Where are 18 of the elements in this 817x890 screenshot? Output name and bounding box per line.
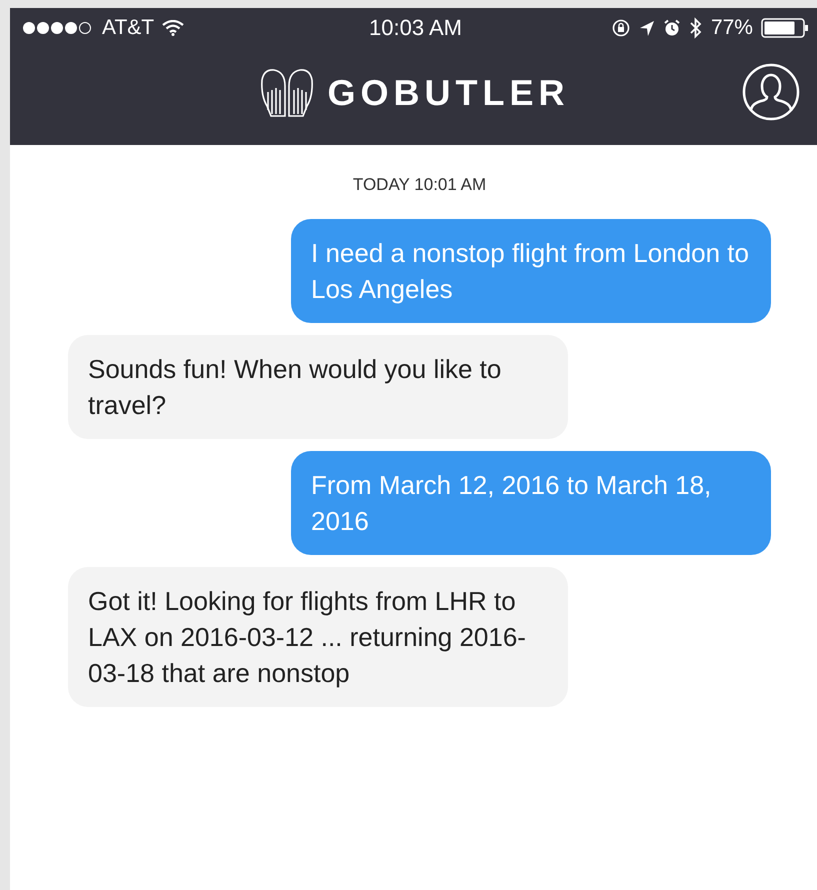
message-bubble: From March 12, 2016 to March 18, 2016 <box>291 451 771 555</box>
signal-icon <box>22 21 94 35</box>
rotation-lock-icon <box>610 18 631 38</box>
location-arrow-icon <box>638 19 655 37</box>
wifi-icon <box>162 20 184 36</box>
app-title: GOBUTLER <box>328 72 570 114</box>
user-icon <box>741 62 801 122</box>
message-bubble: Got it! Looking for flights from LHR to LAX on 2016-03-12 ... returning 2016-03-18 that are nonstop <box>68 567 568 707</box>
message-bubble: I need a nonstop flight from London to Los Angeles <box>291 219 771 323</box>
carrier-name: AT&T <box>102 16 154 40</box>
bluetooth-icon <box>688 17 703 39</box>
battery-icon <box>760 18 809 38</box>
message-bubble: Sounds fun! When would you like to travel? <box>68 335 568 439</box>
message-timestamp: TODAY 10:01 AM <box>352 175 488 195</box>
alarm-clock-icon <box>662 19 681 37</box>
status-time: 10:03 AM <box>369 15 462 41</box>
profile-button[interactable] <box>741 62 801 122</box>
battery-percent: 77% <box>710 16 753 40</box>
